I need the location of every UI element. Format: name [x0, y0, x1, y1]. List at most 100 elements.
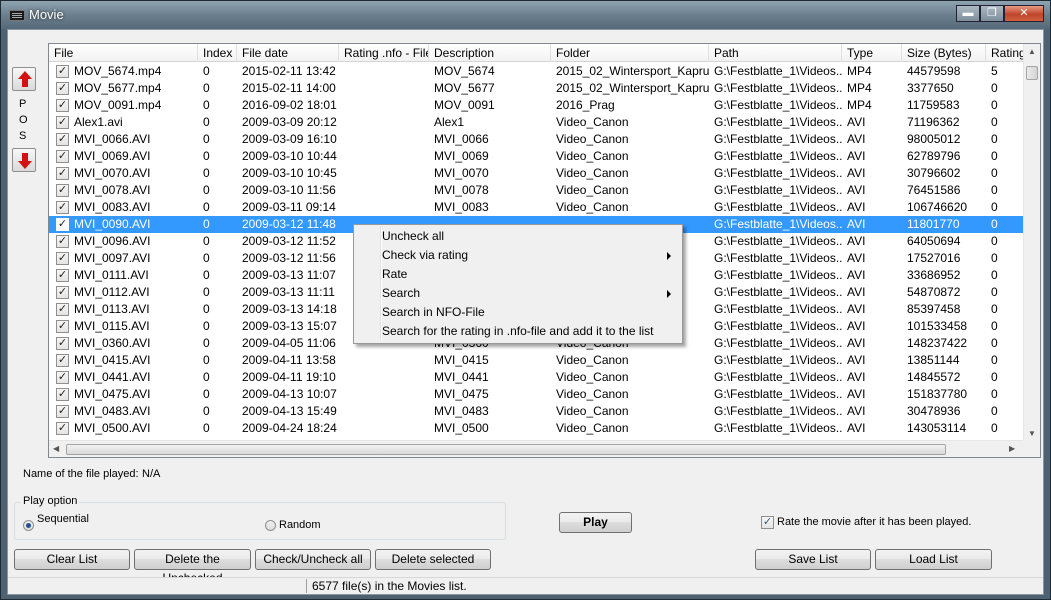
load-list-button[interactable]: Load List: [875, 549, 992, 570]
row-checkbox[interactable]: ✓: [56, 133, 69, 146]
column-header[interactable]: Description: [429, 44, 551, 62]
table-cell: 11801770: [907, 217, 960, 231]
table-cell: MVI_0500.AVI: [74, 421, 151, 435]
horizontal-scroll-thumb[interactable]: [66, 444, 946, 455]
column-header[interactable]: Rating .nfo - File: [339, 44, 429, 62]
row-checkbox[interactable]: ✓: [56, 235, 69, 248]
column-header[interactable]: Size (Bytes): [902, 44, 986, 62]
row-checkbox[interactable]: ✓: [56, 201, 69, 214]
row-checkbox[interactable]: ✓: [56, 65, 69, 78]
random-label[interactable]: Random: [279, 519, 321, 531]
delete-selected-button[interactable]: Delete selected: [375, 549, 491, 570]
sequential-radio[interactable]: [23, 520, 34, 531]
row-checkbox[interactable]: ✓: [56, 167, 69, 180]
row-checkbox[interactable]: ✓: [56, 320, 69, 333]
context-menu-item[interactable]: Search in NFO-File: [357, 303, 679, 322]
column-header[interactable]: Type: [842, 44, 902, 62]
play-button[interactable]: Play: [559, 512, 632, 533]
context-menu: Uncheck all Check via rating Rate Search Sea…: [353, 224, 683, 344]
table-row[interactable]: ✓ Alex1.avi 0 2009-03-09 20:12 Alex1 Video_Ca…: [49, 114, 1024, 131]
sequential-label[interactable]: Sequential: [37, 513, 89, 525]
context-menu-item[interactable]: Search for the rating in .nfo-file and a…: [357, 322, 679, 341]
row-checkbox[interactable]: ✓: [56, 286, 69, 299]
context-menu-item[interactable]: Rate: [357, 265, 679, 284]
vertical-scroll-thumb[interactable]: [1026, 66, 1038, 80]
table-cell: Video_Canon: [556, 387, 629, 401]
title-bar[interactable]: Movie ▬ ❐ ✕: [1, 1, 1050, 29]
context-menu-item[interactable]: Search: [357, 284, 679, 303]
table-cell: 0: [203, 353, 210, 367]
row-checkbox[interactable]: ✓: [56, 337, 69, 350]
vertical-scrollbar[interactable]: ▲ ▼: [1023, 44, 1040, 441]
column-header[interactable]: Path: [709, 44, 842, 62]
table-row[interactable]: ✓ MVI_0415.AVI 0 2009-04-11 13:58 MVI_0415 Vi…: [49, 352, 1024, 369]
clear-list-button[interactable]: Clear List: [14, 549, 130, 570]
horizontal-scrollbar[interactable]: ◀ ▶: [49, 440, 1024, 457]
row-checkbox[interactable]: ✓: [56, 303, 69, 316]
random-radio[interactable]: [265, 520, 276, 531]
close-button[interactable]: ✕: [1004, 5, 1044, 22]
column-header[interactable]: Index: [198, 44, 237, 62]
row-checkbox[interactable]: ✓: [56, 269, 69, 282]
table-row[interactable]: ✓ MVI_0483.AVI 0 2009-04-13 15:49 MVI_0483 Vi…: [49, 403, 1024, 420]
save-list-button[interactable]: Save List: [755, 549, 871, 570]
table-row[interactable]: ✓ MVI_0500.AVI 0 2009-04-24 18:24 MVI_0500 Vi…: [49, 420, 1024, 437]
table-cell: 0: [203, 115, 210, 129]
row-checkbox[interactable]: ✓: [56, 82, 69, 95]
table-cell: AVI: [847, 268, 866, 282]
row-checkbox[interactable]: ✓: [56, 405, 69, 418]
row-checkbox[interactable]: ✓: [56, 116, 69, 129]
column-header[interactable]: Rating: [986, 44, 1026, 62]
scroll-left-icon[interactable]: ◀: [53, 444, 59, 453]
table-cell: G:\Festblatte_1\Videos...: [714, 149, 842, 163]
table-row[interactable]: ✓ MVI_0083.AVI 0 2009-03-11 09:14 MVI_0083 Vi…: [49, 199, 1024, 216]
rate-after-play-checkbox[interactable]: ✓: [761, 516, 774, 529]
table-cell: 0: [203, 319, 210, 333]
check-uncheck-all-button[interactable]: Check/Uncheck all: [255, 549, 371, 570]
row-checkbox[interactable]: ✓: [56, 371, 69, 384]
context-menu-item[interactable]: Uncheck all: [357, 227, 679, 246]
table-cell: 0: [991, 81, 998, 95]
table-row[interactable]: ✓ MVI_0066.AVI 0 2009-03-09 16:10 MVI_0066 Vi…: [49, 131, 1024, 148]
table-row[interactable]: ✓ MOV_5677.mp4 0 2015-02-11 14:00 MOV_5677 20…: [49, 80, 1024, 97]
table-cell: Video_Canon: [556, 132, 629, 146]
scroll-down-icon[interactable]: ▼: [1028, 429, 1036, 438]
row-checkbox[interactable]: ✓: [56, 422, 69, 435]
maximize-button[interactable]: ❐: [980, 5, 1004, 22]
column-header[interactable]: Folder: [551, 44, 709, 62]
row-checkbox[interactable]: ✓: [56, 99, 69, 112]
row-checkbox[interactable]: ✓: [56, 388, 69, 401]
delete-unchecked-button[interactable]: Delete the Unchecked: [134, 549, 251, 585]
table-row[interactable]: ✓ MOV_5674.mp4 0 2015-02-11 13:42 MOV_5674 20…: [49, 63, 1024, 80]
table-row[interactable]: ✓ MVI_0441.AVI 0 2009-04-11 19:10 MVI_0441 Vi…: [49, 369, 1024, 386]
table-cell: 0: [991, 319, 998, 333]
row-checkbox[interactable]: ✓: [56, 150, 69, 163]
submenu-arrow-icon: [667, 252, 671, 260]
row-checkbox[interactable]: ✓: [56, 252, 69, 265]
table-cell: MOV_5674.mp4: [74, 64, 162, 78]
table-row[interactable]: ✓ MOV_0091.mp4 0 2016-09-02 18:01 MOV_0091 20…: [49, 97, 1024, 114]
context-menu-item[interactable]: Check via rating: [357, 246, 679, 265]
table-cell: G:\Festblatte_1\Videos...: [714, 98, 842, 112]
move-down-button[interactable]: [12, 148, 36, 172]
table-row[interactable]: ✓ MVI_0069.AVI 0 2009-03-10 10:44 MVI_0069 Vi…: [49, 148, 1024, 165]
table-cell: [341, 199, 429, 216]
table-row[interactable]: ✓ MVI_0070.AVI 0 2009-03-10 10:45 MVI_0070 Vi…: [49, 165, 1024, 182]
arrow-down-stem: [22, 153, 28, 161]
column-header[interactable]: File date: [237, 44, 339, 62]
table-cell: MVI_0483.AVI: [74, 404, 151, 418]
table-cell: G:\Festblatte_1\Videos...: [714, 387, 842, 401]
row-checkbox[interactable]: ✓: [56, 354, 69, 367]
table-row[interactable]: ✓ MVI_0475.AVI 0 2009-04-13 10:07 MVI_0475 Vi…: [49, 386, 1024, 403]
table-cell: G:\Festblatte_1\Videos...: [714, 217, 842, 231]
row-checkbox[interactable]: ✓: [56, 218, 69, 231]
table-row[interactable]: ✓ MVI_0078.AVI 0 2009-03-10 11:56 MVI_0078 Vi…: [49, 182, 1024, 199]
column-header[interactable]: File: [49, 44, 198, 62]
table-cell: 2009-03-12 11:48: [242, 217, 336, 231]
rate-after-play-label[interactable]: Rate the movie after it has been played.: [777, 516, 971, 528]
move-up-button[interactable]: [12, 67, 36, 91]
minimize-button[interactable]: ▬: [956, 5, 980, 22]
scroll-up-icon[interactable]: ▲: [1028, 47, 1036, 56]
row-checkbox[interactable]: ✓: [56, 184, 69, 197]
scroll-right-icon[interactable]: ▶: [1009, 444, 1015, 453]
